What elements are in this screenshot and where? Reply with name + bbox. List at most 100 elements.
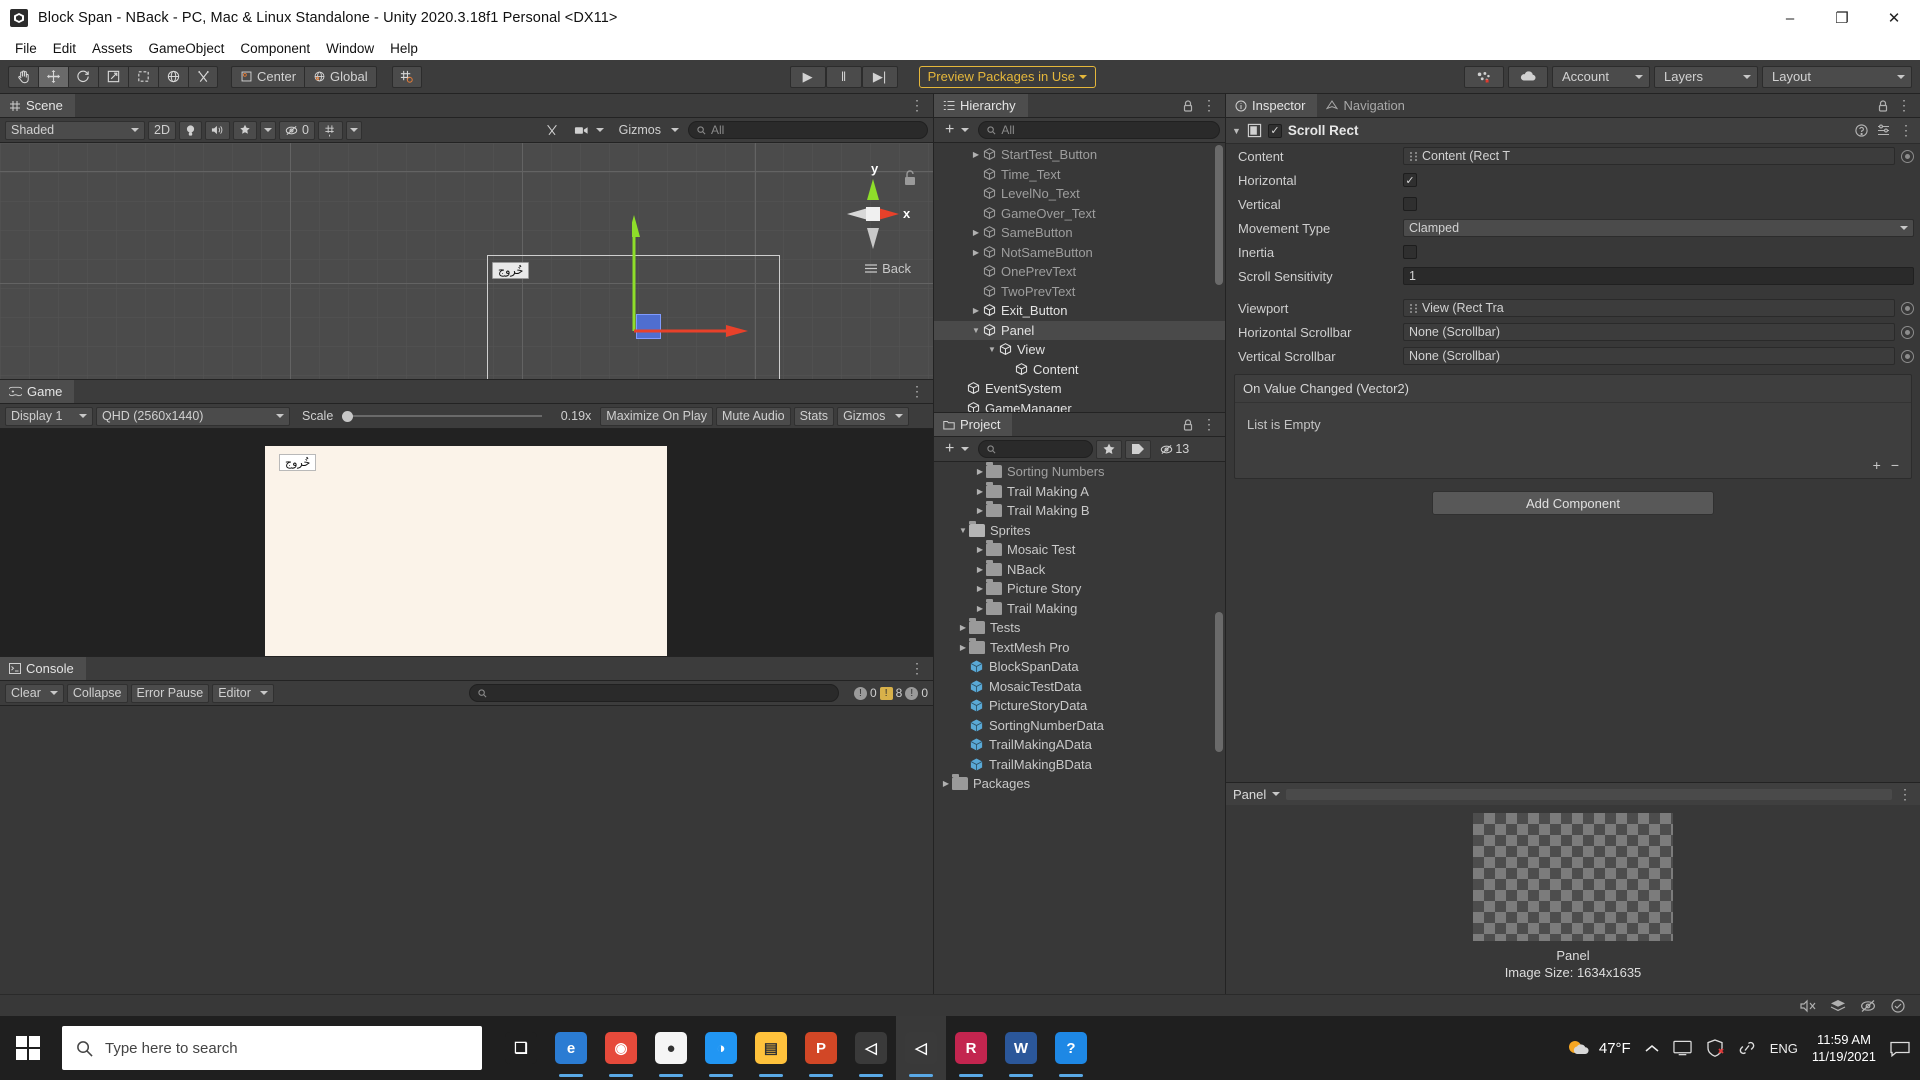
- project-item[interactable]: MosaicTestData: [934, 677, 1225, 697]
- move-tool-button[interactable]: [38, 65, 68, 88]
- object-picker-icon[interactable]: [1901, 349, 1914, 363]
- hierarchy-item[interactable]: ▶ SameButton: [934, 223, 1225, 243]
- kebab-icon[interactable]: ⋮: [1897, 97, 1912, 114]
- unity-editor-active-icon[interactable]: ◁: [896, 1016, 946, 1080]
- scene-search-input[interactable]: All: [688, 121, 928, 139]
- shield-icon[interactable]: [1706, 1039, 1724, 1057]
- chevron-right-icon[interactable]: ▶: [974, 506, 986, 515]
- game-gizmos-dropdown[interactable]: Gizmos: [837, 406, 910, 426]
- movement-type-dropdown[interactable]: Clamped: [1403, 219, 1914, 237]
- menu-edit[interactable]: Edit: [46, 39, 83, 58]
- hidden-objects-toggle[interactable]: 0: [278, 120, 315, 140]
- project-item[interactable]: ▼ Sprites: [934, 520, 1225, 541]
- menu-component[interactable]: Component: [233, 39, 317, 58]
- kebab-icon[interactable]: ⋮: [910, 383, 925, 400]
- project-item[interactable]: TrailMakingAData: [934, 735, 1225, 755]
- hierarchy-item[interactable]: LevelNo_Text: [934, 184, 1225, 204]
- scene-tools-icon[interactable]: [539, 121, 565, 140]
- weather-widget[interactable]: 47°F: [1565, 1037, 1631, 1059]
- tab-inspector[interactable]: Inspector: [1226, 94, 1318, 117]
- kebab-icon[interactable]: ⋮: [910, 660, 925, 677]
- vertical-checkbox[interactable]: [1403, 197, 1417, 211]
- event-add-button[interactable]: +: [1873, 457, 1881, 473]
- project-item[interactable]: ▶ Tests: [934, 618, 1225, 638]
- console-message-list[interactable]: [0, 706, 933, 994]
- chevron-right-icon[interactable]: ▶: [974, 565, 986, 574]
- project-item[interactable]: ▶ TextMesh Pro: [934, 637, 1225, 658]
- tab-game[interactable]: Game: [0, 380, 75, 403]
- hierarchy-item[interactable]: TwoPrevText: [934, 282, 1225, 302]
- collab-icon[interactable]: [1463, 65, 1504, 88]
- screen-icon[interactable]: [1673, 1040, 1692, 1056]
- console-editor-dropdown[interactable]: Editor: [212, 683, 274, 703]
- game-display-dropdown[interactable]: Display 1: [5, 406, 93, 426]
- hierarchy-item[interactable]: GameOver_Text: [934, 204, 1225, 224]
- step-button[interactable]: ▶|: [861, 65, 898, 88]
- tab-navigation[interactable]: Navigation: [1317, 94, 1417, 117]
- mute-icon[interactable]: [1800, 999, 1816, 1013]
- start-button[interactable]: [0, 1016, 56, 1080]
- project-item[interactable]: ▶ Trail Making: [934, 598, 1225, 619]
- layers-button[interactable]: Layers: [1653, 65, 1758, 88]
- tab-project[interactable]: Project: [934, 413, 1013, 436]
- scene-viewport[interactable]: خُروج y x Back: [0, 143, 933, 379]
- project-hidden-badge[interactable]: 13: [1154, 440, 1195, 459]
- project-item[interactable]: ▶ Trail Making A: [934, 481, 1225, 502]
- chevron-right-icon[interactable]: ▶: [974, 584, 986, 593]
- object-picker-icon[interactable]: [1901, 301, 1914, 315]
- horizontal-checkbox[interactable]: ✓: [1403, 173, 1417, 187]
- hierarchy-item[interactable]: ▼ Panel: [934, 320, 1225, 340]
- rider-icon[interactable]: R: [946, 1016, 996, 1080]
- tab-console[interactable]: Console: [0, 657, 86, 680]
- scale-tool-button[interactable]: [98, 65, 128, 88]
- chevron-down-icon[interactable]: [1272, 792, 1281, 796]
- add-component-button[interactable]: Add Component: [1432, 491, 1714, 515]
- fx-dropdown[interactable]: [259, 120, 276, 140]
- console-warning-count[interactable]: ! 8: [879, 686, 902, 700]
- console-collapse-toggle[interactable]: Collapse: [66, 683, 128, 703]
- hierarchy-item[interactable]: ▶ Exit_Button: [934, 301, 1225, 321]
- light-icon[interactable]: [178, 120, 202, 140]
- scene-gizmos-dropdown[interactable]: Gizmos: [613, 121, 685, 140]
- scene-2d-toggle[interactable]: 2D: [148, 120, 176, 140]
- account-button[interactable]: Account: [1551, 65, 1650, 88]
- project-item[interactable]: ▶ Packages: [934, 774, 1225, 794]
- chevron-right-icon[interactable]: ▶: [940, 779, 952, 788]
- chevron-down-icon[interactable]: ▼: [957, 526, 969, 535]
- rotate-tool-button[interactable]: [68, 65, 98, 88]
- unity-editor-icon[interactable]: ◁: [846, 1016, 896, 1080]
- project-item[interactable]: ▶ Mosaic Test: [934, 540, 1225, 560]
- game-viewport[interactable]: خُروج: [0, 429, 933, 656]
- chevron-right-icon[interactable]: ▶: [970, 150, 982, 159]
- lock-icon[interactable]: [1877, 99, 1889, 112]
- scene-orientation-gizmo[interactable]: y x: [823, 155, 923, 275]
- console-error-count[interactable]: ! 0: [905, 686, 928, 700]
- grid-snap-icon[interactable]: [391, 65, 422, 88]
- layout-button[interactable]: Layout: [1761, 65, 1912, 88]
- menu-assets[interactable]: Assets: [85, 39, 140, 58]
- chevron-down-icon[interactable]: ▼: [1232, 126, 1241, 136]
- mute-audio-toggle[interactable]: Mute Audio: [716, 406, 791, 426]
- audio-icon[interactable]: [204, 120, 230, 140]
- object-picker-icon[interactable]: [1901, 149, 1914, 163]
- component-enabled-checkbox[interactable]: ✓: [1267, 123, 1282, 138]
- preview-packages-button[interactable]: Preview Packages in Use: [918, 65, 1096, 88]
- hotspot-icon[interactable]: ◉: [596, 1016, 646, 1080]
- pause-button[interactable]: ‖: [825, 65, 862, 88]
- lock-icon[interactable]: [1182, 418, 1194, 431]
- kebab-icon[interactable]: ⋮: [1202, 97, 1217, 114]
- play-button[interactable]: ▶: [789, 65, 826, 88]
- transform-tool-button[interactable]: [158, 65, 188, 88]
- hierarchy-item[interactable]: Content: [934, 360, 1225, 380]
- hand-tool-button[interactable]: [8, 65, 38, 88]
- hierarchy-scrollbar[interactable]: [1215, 145, 1223, 285]
- hierarchy-tree[interactable]: ▶ StartTest_Button Time_Text LevelNo_Text Ga…: [934, 143, 1225, 412]
- help-icon[interactable]: ?: [1046, 1016, 1096, 1080]
- pivot-mode-button[interactable]: Center: [231, 65, 305, 88]
- menu-window[interactable]: Window: [319, 39, 381, 58]
- pivot-rotation-button[interactable]: Global: [304, 65, 377, 88]
- rect-tool-button[interactable]: [128, 65, 158, 88]
- taskbar-language[interactable]: ENG: [1770, 1041, 1798, 1056]
- maximize-on-play-toggle[interactable]: Maximize On Play: [600, 406, 714, 426]
- hierarchy-create-button[interactable]: +: [939, 121, 975, 140]
